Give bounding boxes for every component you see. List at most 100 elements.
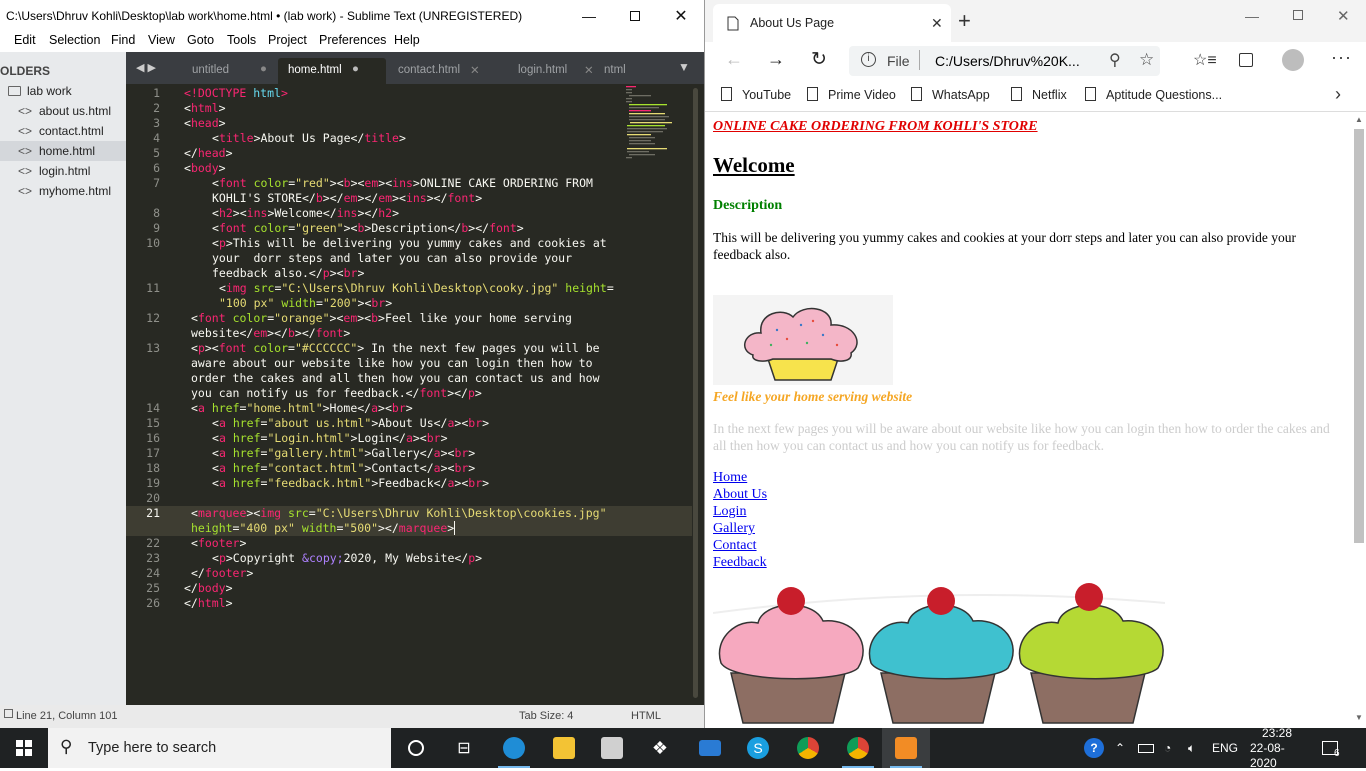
link-login[interactable]: Login <box>713 503 767 520</box>
chevron-up-icon[interactable]: ⌃ <box>1115 728 1125 768</box>
zoom-icon[interactable]: ⚲ <box>1109 50 1121 70</box>
profile-avatar[interactable] <box>1282 49 1304 71</box>
bookmark-whatsapp[interactable]: WhatsApp <box>911 87 990 102</box>
minimize-icon[interactable]: — <box>1245 8 1259 24</box>
sidebar-folder-lab-work[interactable]: lab work <box>0 81 126 101</box>
tab-login-html[interactable]: login.html ✕ <box>508 58 612 84</box>
page-icon <box>1011 87 1022 101</box>
menu-project[interactable]: Project <box>268 33 307 47</box>
tab-truncated[interactable]: ntml <box>600 58 640 84</box>
line-number: 17 <box>146 446 160 460</box>
maximize-button[interactable] <box>612 0 658 32</box>
store-icon[interactable] <box>588 728 636 768</box>
sidebar-file[interactable]: <> login.html <box>0 161 126 181</box>
panel-toggle-icon[interactable] <box>4 709 13 718</box>
dirty-dot-icon[interactable]: ● <box>352 63 359 75</box>
cortana-icon[interactable] <box>392 728 440 768</box>
code-editor[interactable]: 1 2 3 4 5 6 7 8 9 10 11 12 13 14 15 16 17 18 19 20 21 22 23 24 2… <box>126 84 704 705</box>
taskbar-search-box[interactable]: ⚲ Type here to search <box>48 728 391 768</box>
bookmark-youtube[interactable]: YouTube <box>721 87 791 102</box>
notifications-button[interactable]: 6 <box>1322 728 1340 768</box>
task-view-icon[interactable]: ⊟ <box>440 728 488 768</box>
tab-size[interactable]: Tab Size: 4 <box>519 710 573 722</box>
start-button[interactable] <box>0 728 48 768</box>
tab-close-icon[interactable]: ✕ <box>470 63 480 77</box>
scroll-down-icon[interactable]: ▼ <box>1355 713 1363 722</box>
sidebar-file[interactable]: <> about us.html <box>0 101 126 121</box>
forward-arrow-icon[interactable]: → <box>767 49 785 70</box>
link-contact[interactable]: Contact <box>713 537 767 554</box>
menu-find[interactable]: Find <box>111 33 135 47</box>
tab-close-icon[interactable]: ✕ <box>931 15 943 32</box>
favorite-star-icon[interactable]: ☆ <box>1139 50 1154 70</box>
bookmark-label: WhatsApp <box>932 88 990 102</box>
mail-icon[interactable] <box>686 728 734 768</box>
dropbox-icon[interactable]: ❖ <box>636 728 684 768</box>
more-menu-icon[interactable]: ··· <box>1331 47 1352 68</box>
skype-icon[interactable]: S <box>734 728 782 768</box>
editor-scrollbar-thumb[interactable] <box>693 88 698 698</box>
tab-untitled[interactable]: untitled ● <box>170 58 278 84</box>
close-icon[interactable]: ✕ <box>1337 7 1350 25</box>
favorites-icon[interactable]: ☆≡ <box>1193 50 1217 70</box>
minimize-icon: — <box>582 8 596 24</box>
page-scrollbar[interactable]: ▲ ▼ <box>1351 113 1366 728</box>
battery-icon[interactable] <box>1138 728 1154 768</box>
close-button[interactable]: ✕ <box>658 0 704 32</box>
link-feedback[interactable]: Feedback <box>713 554 767 571</box>
wifi-icon[interactable]: ◔ <box>1164 728 1171 768</box>
file-explorer-icon[interactable] <box>540 728 588 768</box>
menu-goto[interactable]: Goto <box>187 33 214 47</box>
dirty-dot-icon[interactable]: ● <box>260 63 267 75</box>
address-bar[interactable]: i File C:/Users/Dhruv%20K... ⚲ ☆ <box>849 46 1160 76</box>
clock-time: 23:28 <box>1261 725 1293 740</box>
menu-edit[interactable]: Edit <box>14 33 36 47</box>
sidebar-file-selected[interactable]: <> home.html <box>0 141 126 161</box>
tab-contact-html[interactable]: contact.html ✕ <box>388 58 500 84</box>
refresh-icon[interactable]: ↻ <box>811 48 827 71</box>
link-about-us[interactable]: About Us <box>713 486 767 503</box>
minimize-button[interactable]: — <box>566 0 612 32</box>
sidebar-file[interactable]: <> myhome.html <box>0 181 126 201</box>
back-arrow-icon[interactable]: ← <box>725 49 743 70</box>
search-icon: ⚲ <box>60 737 73 756</box>
page-store-heading: ONLINE CAKE ORDERING FROM KOHLI'S STORE <box>713 119 1038 134</box>
menu-help[interactable]: Help <box>394 33 420 47</box>
menu-preferences[interactable]: Preferences <box>319 33 386 47</box>
syntax-mode[interactable]: HTML <box>631 710 661 722</box>
scroll-up-icon[interactable]: ▲ <box>1355 115 1363 124</box>
language-indicator[interactable]: ENG <box>1212 728 1238 768</box>
editor-scrollbar[interactable] <box>692 84 700 705</box>
sublime-text-icon[interactable] <box>882 728 930 768</box>
bookmark-netflix[interactable]: Netflix <box>1011 87 1067 102</box>
page-scrollbar-thumb[interactable] <box>1354 129 1364 543</box>
new-tab-icon[interactable]: + <box>958 8 971 34</box>
chrome-icon[interactable] <box>784 728 832 768</box>
minimap[interactable] <box>626 84 676 164</box>
link-gallery[interactable]: Gallery <box>713 520 767 537</box>
menu-tools[interactable]: Tools <box>227 33 256 47</box>
chrome-profile-icon[interactable] <box>834 728 882 768</box>
bookmark-prime-video[interactable]: Prime Video <box>807 87 896 102</box>
collections-icon[interactable] <box>1239 53 1253 67</box>
tab-dropdown-icon[interactable]: ▼ <box>678 60 690 74</box>
help-icon[interactable]: ? <box>1084 728 1104 768</box>
menu-selection[interactable]: Selection <box>49 33 100 47</box>
menu-view[interactable]: View <box>148 33 175 47</box>
bookmark-aptitude[interactable]: Aptitude Questions... <box>1085 87 1222 102</box>
volume-icon[interactable]: 🔈︎ <box>1188 728 1195 768</box>
info-icon[interactable]: i <box>861 52 876 67</box>
chevron-right-icon[interactable]: › <box>1335 84 1341 105</box>
sublime-window: C:\Users\Dhruv Kohli\Desktop\lab work\ho… <box>0 0 704 728</box>
tab-close-icon[interactable]: ✕ <box>584 63 594 77</box>
code-line: </footer> <box>191 566 254 580</box>
edge-icon[interactable] <box>490 728 538 768</box>
sidebar-file[interactable]: <> contact.html <box>0 121 126 141</box>
maximize-icon[interactable] <box>1293 10 1303 20</box>
tab-scroll-arrows-icon[interactable]: ◀ ▶ <box>136 61 156 74</box>
line-number: 19 <box>146 476 160 490</box>
tab-home-html[interactable]: home.html ● <box>278 58 386 84</box>
link-home[interactable]: Home <box>713 469 767 486</box>
browser-tab[interactable]: About Us Page ✕ <box>713 4 951 42</box>
clock[interactable]: 23:28 22-08-2020 <box>1250 725 1304 770</box>
